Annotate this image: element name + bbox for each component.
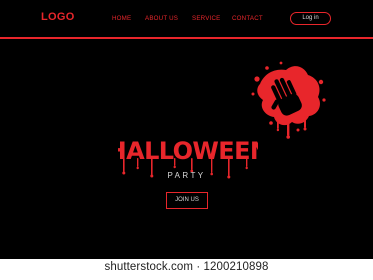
logo[interactable]: LOGO [41, 11, 75, 23]
hero-subtitle: PARTY [167, 171, 206, 180]
watermark: shutterstock.com · 1200210898 [104, 261, 269, 273]
nav-item-contact[interactable]: CONTACT [232, 15, 263, 22]
nav-item-about-us[interactable]: ABOUT US [145, 15, 178, 22]
blood-splatter-hand-icon [251, 61, 326, 139]
hero-title-text: HALLOWEEN [118, 137, 258, 165]
nav-item-service[interactable]: SERVICE [192, 15, 220, 22]
login-button[interactable]: Log in [290, 12, 331, 25]
nav-item-home[interactable]: HOME [112, 15, 131, 22]
page-canvas: LOGO HOME ABOUT US SERVICE CONTACT Log i… [0, 0, 373, 259]
join-us-button[interactable]: JOIN US [166, 192, 208, 209]
header-divider [0, 37, 373, 39]
